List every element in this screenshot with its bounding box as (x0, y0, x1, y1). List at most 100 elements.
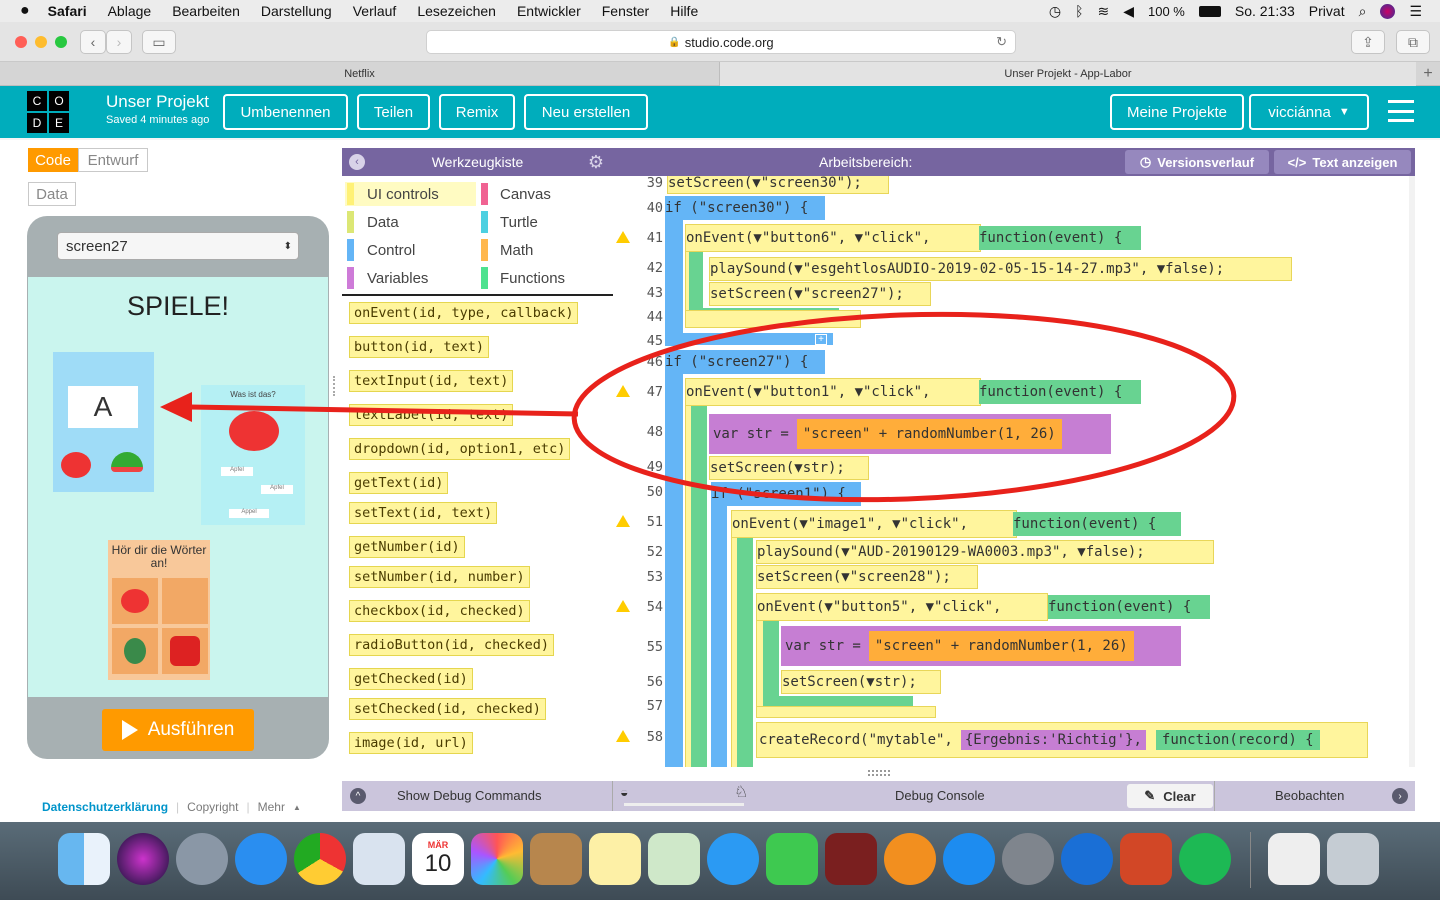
calendar-icon[interactable]: MÄR 10 (412, 833, 464, 885)
block-gettext[interactable]: getText(id) (349, 472, 449, 494)
remix-button[interactable]: Remix (439, 94, 515, 130)
workspace-scrollbar[interactable] (1409, 176, 1415, 767)
panel-resize-handle[interactable] (333, 376, 337, 396)
safari-icon[interactable] (235, 833, 287, 885)
block-setscreen-43[interactable]: setScreen(▼"screen27"); (709, 282, 931, 306)
share-icon[interactable]: ⇪ (1351, 30, 1385, 54)
block-button[interactable]: button(id, text) (349, 336, 490, 358)
category-turtle[interactable]: Turtle (500, 210, 538, 234)
function-block[interactable]: function(event) { (1013, 512, 1181, 536)
card-letter[interactable]: A (53, 352, 154, 492)
menu-entwickler[interactable]: Entwickler (517, 3, 581, 19)
menu-darstellung[interactable]: Darstellung (261, 3, 332, 19)
appstore-icon[interactable] (943, 833, 995, 885)
notification-center-icon[interactable]: ☰ (1409, 3, 1422, 20)
chrome-icon[interactable] (294, 833, 346, 885)
category-data[interactable]: Data (367, 210, 399, 234)
menu-hilfe[interactable]: Hilfe (670, 3, 698, 19)
word-tasche-tile[interactable] (162, 628, 208, 674)
bluetooth-icon[interactable]: ᛒ (1075, 3, 1083, 19)
block-getnumber[interactable]: getNumber(id) (349, 536, 465, 558)
user-menu-button[interactable]: vicciánna ▼ (1249, 94, 1369, 130)
sidebar-icon[interactable]: ▭ (142, 30, 176, 54)
clock[interactable]: So. 21:33 (1235, 3, 1295, 19)
block-playsound-52[interactable]: playSound(▼"AUD-20190129-WA0003.mp3", ▼f… (756, 540, 1214, 564)
category-math[interactable]: Math (500, 238, 533, 262)
menu-ablage[interactable]: Ablage (108, 3, 152, 19)
code-mode-button[interactable]: Code (28, 148, 78, 172)
trash-icon[interactable] (1327, 833, 1379, 885)
block-textlabel[interactable]: textLabel(id, text) (349, 404, 514, 426)
menu-bearbeiten[interactable]: Bearbeiten (172, 3, 240, 19)
block-if-40[interactable]: if ("screen30") { (665, 196, 825, 220)
block-onevent[interactable]: onEvent(id, type, callback) (349, 302, 579, 324)
wifi-icon[interactable]: ≋ (1097, 3, 1109, 20)
block-var-str-55[interactable]: var str = "screen" + randomNumber(1, 26) (781, 626, 1181, 666)
block-setscreen-53[interactable]: setScreen(▼"screen28"); (756, 565, 978, 589)
app-preview-screen[interactable]: SPIELE! A Was ist das? Apfel Apfel Appel… (28, 277, 328, 697)
block-setchecked[interactable]: setChecked(id, checked) (349, 698, 546, 720)
block-var-str-48[interactable]: var str = "screen" + randomNumber(1, 26) (709, 414, 1111, 454)
function-block[interactable]: function(event) { (1048, 595, 1210, 619)
user-menu[interactable]: Privat (1309, 3, 1345, 19)
show-text-button[interactable]: </> Text anzeigen (1274, 150, 1411, 174)
photos-icon[interactable] (471, 833, 523, 885)
record-object[interactable]: {Ergebnis:'Richtig'}, (960, 730, 1146, 750)
keynote-icon[interactable] (1061, 833, 1113, 885)
expand-debug-icon[interactable]: ^ (350, 788, 366, 804)
tabs-overview-icon[interactable]: ⧉ (1396, 30, 1430, 54)
concat-expression[interactable]: "screen" + randomNumber(1, 26) (868, 631, 1134, 661)
close-window-button[interactable] (15, 36, 27, 48)
block-if-50[interactable]: if ("screen1") { (711, 482, 861, 506)
block-radiobutton[interactable]: radioButton(id, checked) (349, 634, 555, 656)
block-setscreen[interactable]: setScreen(▼"screen30"); (667, 176, 889, 194)
preview-icon[interactable] (1268, 833, 1320, 885)
answer-3[interactable]: Appel (229, 509, 269, 518)
category-variables[interactable]: Variables (367, 266, 428, 290)
forward-button[interactable]: › (106, 30, 132, 54)
battery-text[interactable]: 100 % (1148, 4, 1185, 19)
preferences-icon[interactable] (1002, 833, 1054, 885)
debug-resize-grip[interactable] (868, 770, 890, 776)
block-textinput[interactable]: textInput(id, text) (349, 370, 514, 392)
new-tab-button[interactable]: + (1416, 62, 1440, 86)
siri-icon[interactable] (117, 833, 169, 885)
hamburger-menu-icon[interactable] (1388, 100, 1414, 122)
tab-app-labor[interactable]: Unser Projekt - App-Labor (720, 62, 1416, 86)
menu-app-name[interactable]: Safari (48, 3, 87, 19)
facetime-icon[interactable] (766, 833, 818, 885)
address-bar[interactable]: 🔒 studio.code.org ↻ (426, 30, 1016, 54)
function-block[interactable]: function(event) { (979, 226, 1141, 250)
share-button[interactable]: Teilen (357, 94, 430, 130)
block-onevent-47[interactable]: onEvent(▼"button1", ▼"click", (685, 378, 981, 406)
block-onevent-51[interactable]: onEvent(▼"image1", ▼"click", (731, 510, 1017, 538)
books-icon[interactable] (884, 833, 936, 885)
block-getchecked[interactable]: getChecked(id) (349, 668, 473, 690)
category-functions[interactable]: Functions (500, 266, 565, 290)
card-listen[interactable]: Hör dir die Wörter an! (108, 540, 210, 680)
reload-icon[interactable]: ↻ (996, 34, 1007, 50)
card-quiz[interactable]: Was ist das? Apfel Apfel Appel (201, 385, 305, 525)
word-birne-tile[interactable] (112, 628, 158, 674)
menu-fenster[interactable]: Fenster (602, 3, 649, 19)
mail-icon[interactable] (353, 833, 405, 885)
speed-slider[interactable] (624, 803, 744, 806)
block-createrecord-58[interactable]: createRecord("mytable", {Ergebnis:'Richt… (756, 722, 1368, 758)
design-mode-button[interactable]: Entwurf (78, 148, 148, 172)
volume-icon[interactable]: ◀ (1123, 3, 1134, 20)
apple-icon[interactable]: ● (20, 2, 30, 20)
new-project-button[interactable]: Neu erstellen (524, 94, 648, 130)
answer-2[interactable]: Apfel (261, 485, 293, 494)
siri-menu-icon[interactable] (1380, 3, 1396, 19)
collapse-toolbox-icon[interactable]: ‹ (349, 154, 365, 170)
block-image[interactable]: image(id, url) (349, 732, 473, 754)
more-link[interactable]: Mehr (258, 800, 285, 814)
privacy-link[interactable]: Datenschutzerklärung (42, 800, 168, 814)
block-onevent-54[interactable]: onEvent(▼"button5", ▼"click", (756, 593, 1048, 621)
tab-netflix[interactable]: Netflix (0, 62, 720, 86)
rename-button[interactable]: Umbenennen (223, 94, 348, 130)
back-button[interactable]: ‹ (80, 30, 106, 54)
minimize-window-button[interactable] (35, 36, 47, 48)
category-canvas[interactable]: Canvas (500, 182, 551, 206)
block-checkbox[interactable]: checkbox(id, checked) (349, 600, 530, 622)
